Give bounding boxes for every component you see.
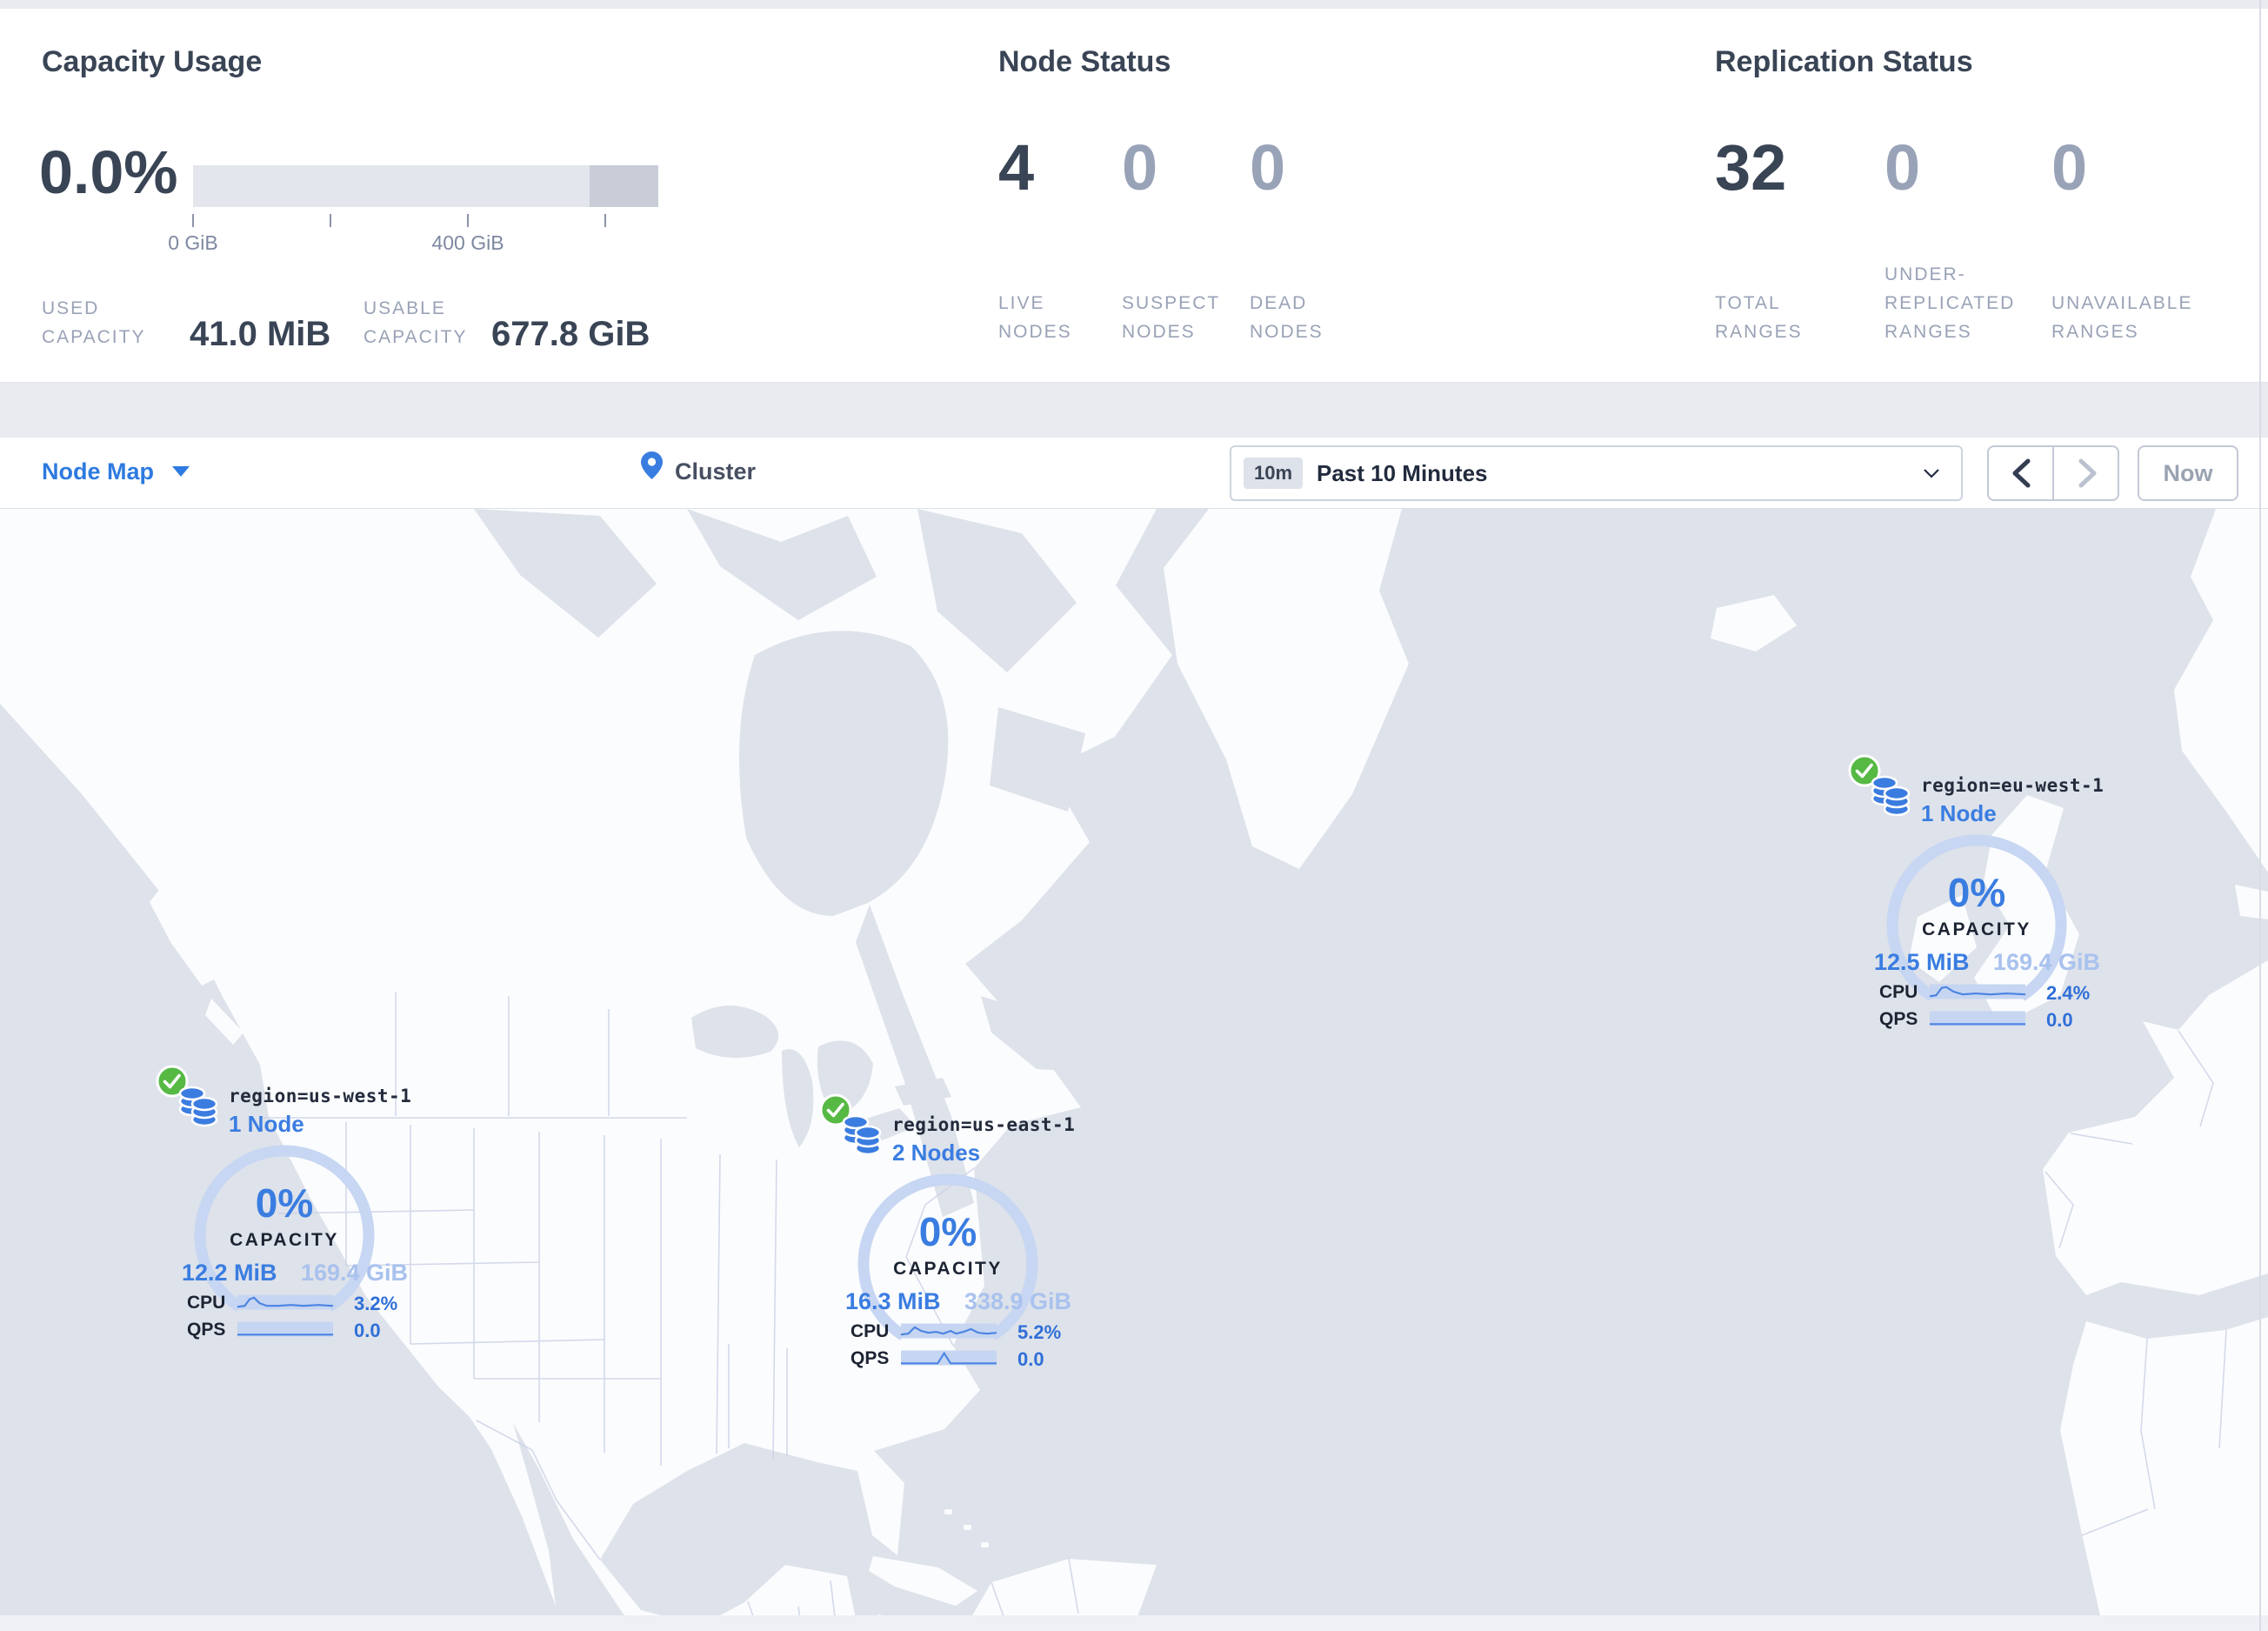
capacity-usage-title: Capacity Usage [42, 45, 263, 78]
used-capacity-label: USED CAPACITY [42, 298, 146, 347]
qps-value: 0.0 [354, 1320, 381, 1341]
gauge-capacity-label: CAPACITY [893, 1259, 1003, 1279]
qps-value: 0.0 [1017, 1348, 1044, 1370]
unavailable-ranges-label: UNAVAILABLE RANGES [2051, 293, 2193, 342]
time-step-buttons [1987, 445, 2119, 501]
chevron-down-icon [1924, 469, 1939, 478]
view-selector-dropdown[interactable]: Node Map [42, 458, 154, 485]
gauge-percent: 0% [255, 1180, 314, 1226]
time-range-badge: 10m [1244, 458, 1304, 489]
suspect-nodes-count: 0 [1122, 131, 1158, 204]
database-stack-icon[interactable] [1871, 773, 1911, 819]
used-capacity-value: 41.0 MiB [190, 315, 331, 353]
qps-sparkline [1930, 1011, 2025, 1026]
time-forward-button[interactable] [2056, 447, 2119, 499]
region-used-capacity: 12.2 MiB [182, 1260, 277, 1286]
world-map [0, 509, 2268, 1631]
region-usable-capacity: 338.9 GiB [964, 1288, 1071, 1314]
gauge-capacity-label: CAPACITY [1922, 919, 2031, 939]
unavailable-ranges-count: 0 [2051, 131, 2088, 204]
usable-capacity-value: 677.8 GiB [491, 315, 650, 353]
usable-capacity-label: USABLE CAPACITY [364, 298, 468, 347]
node-map: region=us-west-1 1 Node 0% CAPACITY 12.2… [0, 509, 2268, 1631]
database-stack-icon[interactable] [842, 1113, 882, 1158]
region-usable-capacity: 169.4 GiB [300, 1260, 408, 1286]
capacity-axis-tick [467, 214, 469, 227]
cpu-value: 3.2% [354, 1293, 398, 1314]
scrollbar-track-line [2259, 0, 2261, 1631]
capacity-axis-label: 400 GiB [431, 231, 504, 254]
region-node-count[interactable]: 1 Node [229, 1111, 304, 1138]
cpu-sparkline [1930, 984, 2025, 999]
capacity-percent: 0.0% [39, 138, 178, 206]
cpu-value: 2.4% [2046, 982, 2091, 1004]
gauge-percent: 0% [918, 1209, 977, 1254]
total-ranges-count: 32 [1715, 131, 1787, 204]
chevron-right-icon [2078, 458, 2096, 488]
map-pin-icon [641, 451, 663, 479]
under-replicated-label: UNDER- REPLICATED RANGES [1884, 264, 2016, 342]
dead-nodes-count: 0 [1250, 131, 1286, 204]
capacity-axis-tick [604, 214, 606, 227]
map-toolbar: Node Map Cluster 10m Past 10 Minutes Now [0, 438, 2268, 509]
region-usable-capacity: 169.4 GiB [1992, 949, 2100, 975]
region-used-capacity: 16.3 MiB [845, 1288, 941, 1314]
breadcrumb[interactable]: Cluster [640, 451, 756, 494]
live-nodes-label: LIVE NODES [998, 293, 1072, 342]
region-used-capacity: 12.5 MiB [1874, 949, 1970, 975]
capacity-axis-tick [330, 214, 331, 227]
node-status-title: Node Status [998, 45, 1171, 78]
capacity-bar [193, 165, 658, 207]
qps-label: QPS [187, 1320, 226, 1340]
database-stack-icon[interactable] [178, 1084, 218, 1129]
cpu-value: 5.2% [1017, 1321, 1062, 1343]
time-back-button[interactable] [1989, 447, 2054, 499]
region-label[interactable]: region=us-west-1 [229, 1086, 411, 1106]
total-ranges-label: TOTAL RANGES [1715, 293, 1803, 342]
gauge-percent: 0% [1947, 870, 2006, 915]
region-label[interactable]: region=us-east-1 [892, 1114, 1075, 1135]
now-button[interactable]: Now [2138, 445, 2238, 501]
chevron-left-icon [2012, 458, 2030, 488]
cpu-label: CPU [1879, 982, 1918, 1002]
cluster-summary-card: Capacity Usage 0.0% 0 GiB 400 GiB USED C… [0, 9, 2268, 383]
dead-nodes-label: DEAD NODES [1250, 293, 1324, 342]
cpu-sparkline [901, 1323, 997, 1339]
under-replicated-count: 0 [1884, 131, 1921, 204]
capacity-axis-tick [192, 214, 194, 227]
cpu-label: CPU [850, 1321, 890, 1341]
qps-value: 0.0 [2046, 1009, 2073, 1031]
qps-sparkline [901, 1350, 997, 1366]
qps-sparkline [237, 1321, 333, 1337]
capacity-bar-reserved-segment [590, 165, 658, 207]
region-node-count[interactable]: 2 Nodes [892, 1140, 980, 1166]
region-node-count[interactable]: 1 Node [1921, 800, 1997, 827]
cpu-sparkline [237, 1294, 333, 1310]
gauge-capacity-label: CAPACITY [230, 1230, 339, 1250]
chevron-down-icon [172, 466, 190, 477]
live-nodes-count: 4 [998, 131, 1035, 204]
region-label[interactable]: region=eu-west-1 [1921, 775, 2104, 796]
cpu-label: CPU [187, 1293, 226, 1313]
time-range-dropdown[interactable]: 10m Past 10 Minutes [1230, 445, 1963, 501]
replication-status-title: Replication Status [1715, 45, 1973, 78]
breadcrumb-cluster[interactable]: Cluster [675, 458, 756, 485]
qps-label: QPS [850, 1348, 890, 1368]
time-range-value: Past 10 Minutes [1317, 460, 1488, 486]
qps-label: QPS [1879, 1009, 1918, 1029]
suspect-nodes-label: SUSPECT NODES [1122, 293, 1221, 342]
capacity-axis-label: 0 GiB [168, 231, 218, 254]
